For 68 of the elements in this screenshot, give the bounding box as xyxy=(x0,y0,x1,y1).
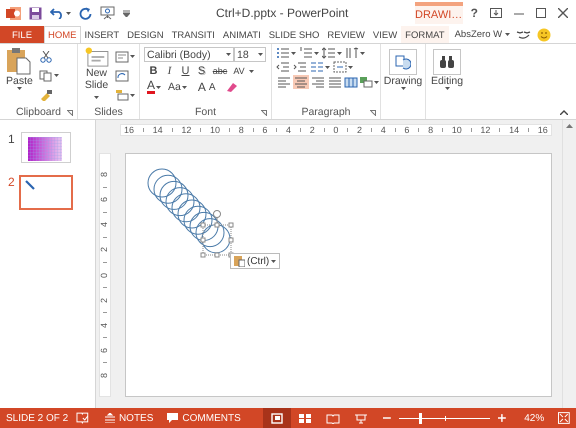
ribbon-tab[interactable]: VIEW xyxy=(368,26,402,43)
ribbon-tab[interactable]: HOME xyxy=(44,26,80,43)
ruler-number: 8 xyxy=(100,172,110,177)
ribbon-tab[interactable]: TRANSITI xyxy=(168,26,219,43)
ruler-number: 6 xyxy=(100,197,110,202)
ribbon-tab[interactable]: ANIMATI xyxy=(218,26,265,43)
paste-options-button[interactable]: (Ctrl) xyxy=(230,253,280,269)
ruler-number: 4 xyxy=(380,125,386,135)
underline-button[interactable]: U xyxy=(179,65,192,77)
ruler-number: 6 xyxy=(262,125,268,135)
drawing-button[interactable]: Drawing xyxy=(385,47,421,90)
font-name-field[interactable]: Calibri (Body) xyxy=(144,47,234,62)
slide-number: 2 xyxy=(8,175,15,189)
group-label: Slides xyxy=(94,106,123,118)
ruler-number: 10 xyxy=(452,125,462,135)
grow-font-button[interactable]: A xyxy=(198,80,206,94)
help-button[interactable]: ? xyxy=(470,6,478,20)
ribbon-tab[interactable]: DESIGN xyxy=(123,26,168,43)
ruler-number: 6 xyxy=(100,348,110,353)
ribbon-tab[interactable]: SLIDE SHO xyxy=(264,26,324,43)
slide-counter: SLIDE 2 OF 2 xyxy=(6,412,68,424)
group-label: Font xyxy=(194,106,216,118)
slide-canvas[interactable]: (Ctrl) xyxy=(125,153,552,397)
font-size-field[interactable]: 18 xyxy=(234,47,266,62)
change-case-button[interactable]: Aa xyxy=(168,81,181,93)
ruler-number: 4 xyxy=(286,125,292,135)
ruler-number: 2 xyxy=(357,125,362,135)
group-label: Paragraph xyxy=(301,106,351,118)
ruler-number: 4 xyxy=(100,222,110,228)
ribbon-tab[interactable]: INSERT xyxy=(80,26,124,43)
ruler-number: 14 xyxy=(152,125,163,135)
ruler-number: 8 xyxy=(428,125,434,135)
file-tab[interactable]: FILE xyxy=(0,26,44,43)
notes-button[interactable]: NOTES xyxy=(118,412,154,424)
ruler-number: 0 xyxy=(333,125,338,135)
shrink-font-button[interactable]: A xyxy=(208,82,216,92)
slide-number: 1 xyxy=(8,132,15,146)
contextual-tab-header: DRAWI… xyxy=(414,2,463,24)
account-name[interactable]: AbsZero W xyxy=(454,29,502,40)
ruler-number: 2 xyxy=(310,125,315,135)
new-slide-button[interactable]: New Slide xyxy=(82,47,111,105)
ribbon-tab[interactable]: FORMAT xyxy=(401,26,449,43)
ribbon-tab[interactable]: REVIEW xyxy=(323,26,369,43)
ruler-number: 2 xyxy=(100,247,110,252)
ruler-number: 6 xyxy=(404,125,410,135)
group-label: Clipboard xyxy=(16,106,61,118)
italic-button[interactable]: I xyxy=(163,65,176,77)
ruler-number: 14 xyxy=(509,125,520,135)
paste-button[interactable]: Paste xyxy=(4,47,35,105)
ruler-number: 4 xyxy=(100,322,110,328)
editing-button[interactable]: Editing xyxy=(430,47,464,90)
ruler-number: 0 xyxy=(100,272,110,278)
comments-button[interactable]: COMMENTS xyxy=(182,412,241,424)
strikethrough-button[interactable]: abc xyxy=(211,66,229,76)
spacing-button[interactable]: AV xyxy=(232,66,246,76)
window-title: Ctrl+D.pptx - PowerPoint xyxy=(215,6,350,20)
ruler-number: 16 xyxy=(124,125,134,135)
zoom-level[interactable]: 42% xyxy=(524,412,544,424)
shadow-button[interactable]: S xyxy=(195,65,208,77)
ruler-number: 10 xyxy=(210,125,220,135)
ruler-number: 16 xyxy=(538,125,548,135)
ruler-number: 8 xyxy=(238,125,244,135)
ruler-number: 8 xyxy=(100,373,110,378)
bold-button[interactable]: B xyxy=(147,65,160,77)
font-color-button[interactable]: A xyxy=(147,80,156,94)
ruler-number: 12 xyxy=(480,125,490,135)
ruler-number: 12 xyxy=(181,125,192,135)
ruler-number: 2 xyxy=(100,298,110,303)
